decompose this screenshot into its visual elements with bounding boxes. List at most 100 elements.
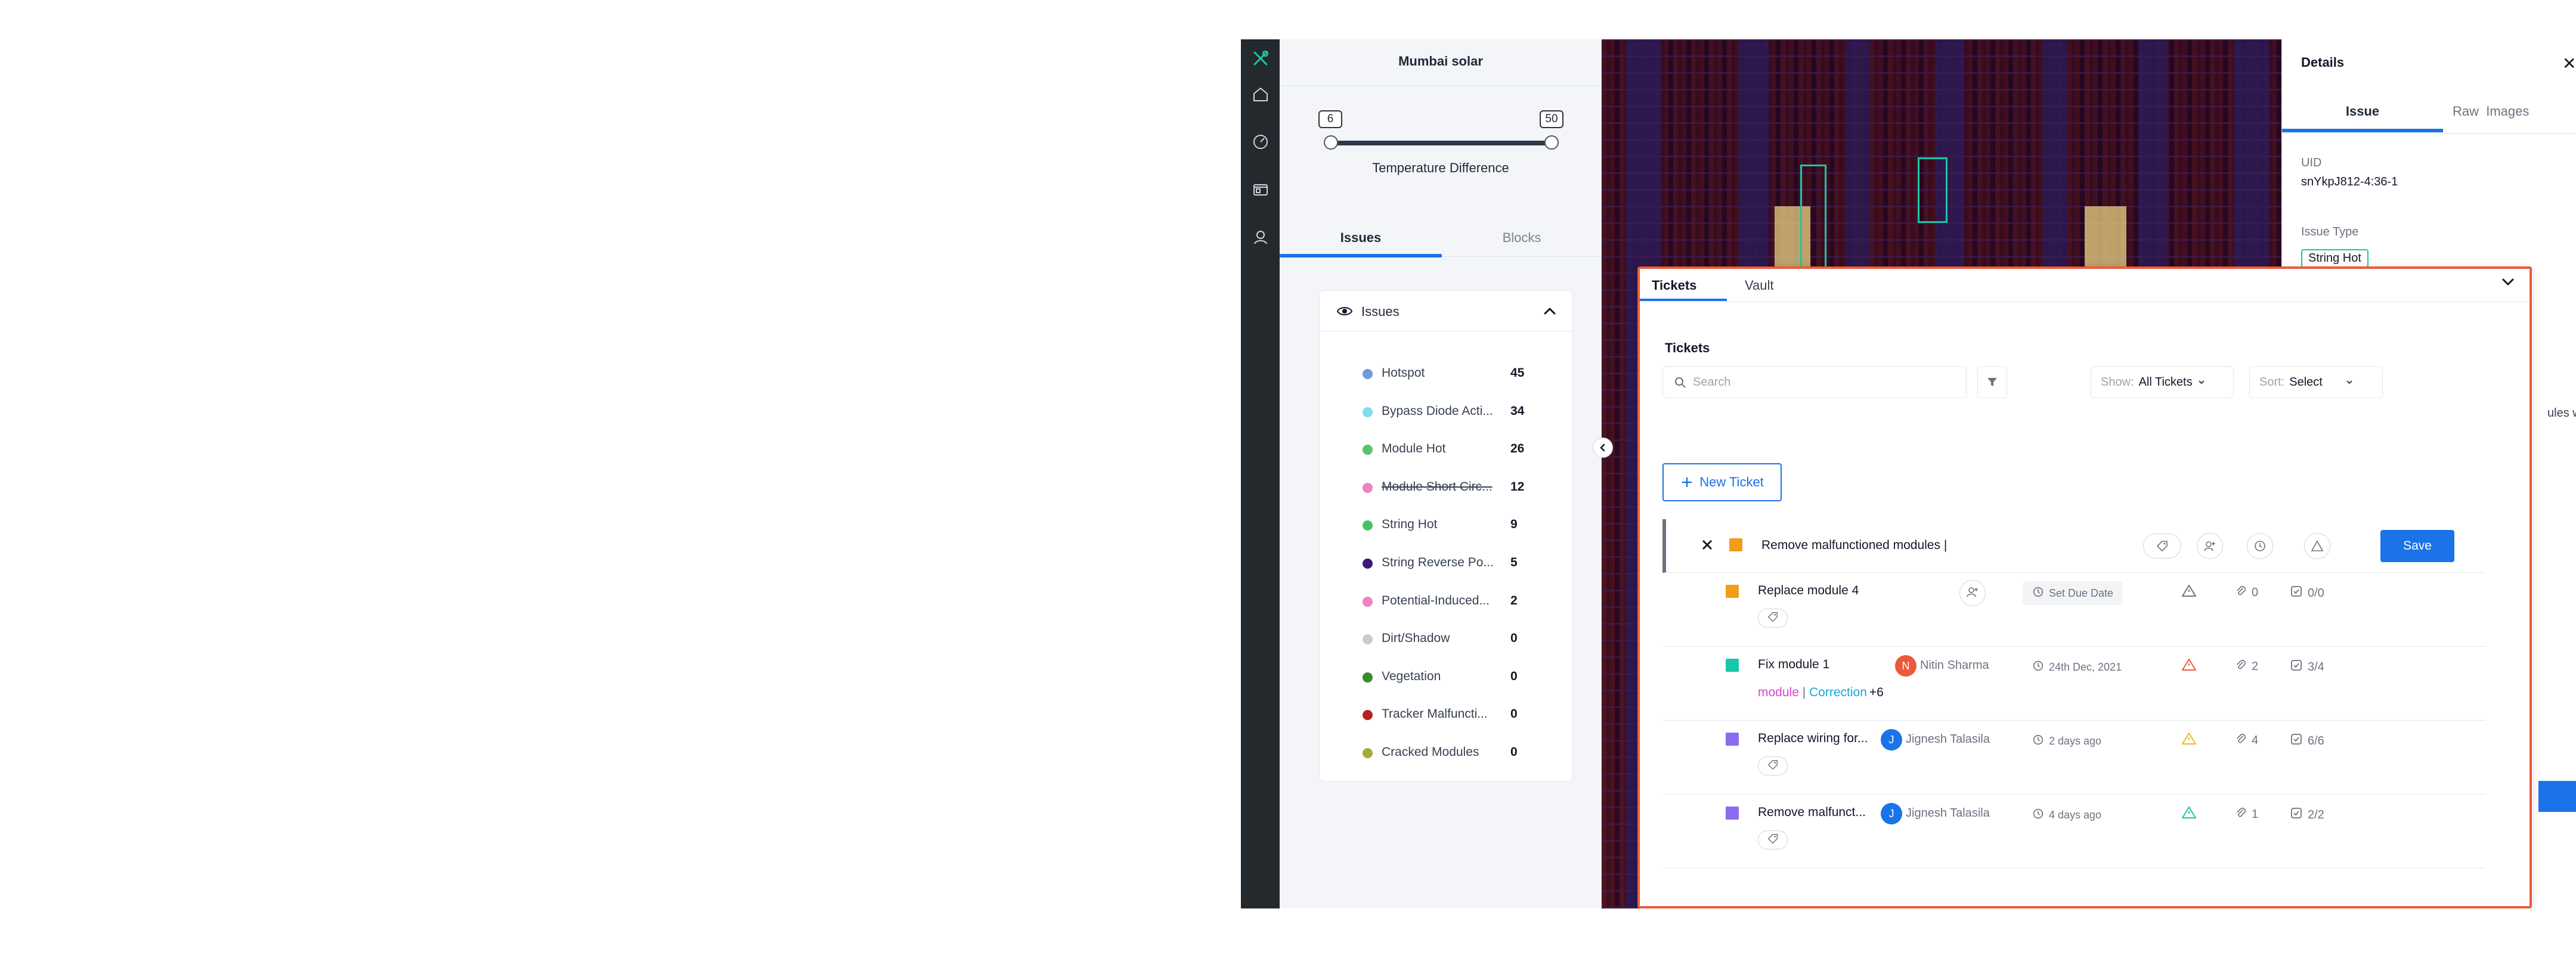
label-correction[interactable]: Correction [1809,686,1867,699]
attachments-count[interactable]: 2 [2235,659,2258,674]
issue-row[interactable]: Cracked Modules 0 [1320,740,1574,764]
tag-button[interactable] [2143,534,2181,559]
assign-user-button[interactable] [2197,533,2223,559]
tab-vault[interactable]: Vault [1745,269,1774,302]
chevron-down-icon[interactable] [2498,272,2518,291]
priority-warning-icon[interactable] [2181,658,2197,672]
new-ticket-button[interactable]: New Ticket [1662,463,1782,501]
temperature-slider-track[interactable] [1329,141,1550,145]
issue-color-dot [1363,445,1373,455]
issue-row[interactable]: Tracker Malfuncti... 0 [1320,702,1574,726]
search-input[interactable] [1693,373,1955,392]
tab-issue[interactable]: Issue [2282,89,2443,134]
ticket-row[interactable]: Replace module 4 Set Due Date 0 0/0 [1662,573,2485,647]
issue-name: Cracked Modules [1382,745,1479,759]
show-label: Show: [2101,375,2134,389]
user-location-icon[interactable] [1249,225,1272,249]
issue-row[interactable]: String Hot 9 [1320,513,1574,536]
issue-row[interactable]: Vegetation 0 [1320,665,1574,689]
priority-button[interactable] [2304,533,2330,559]
issue-row[interactable]: String Reverse Po... 5 [1320,551,1574,575]
detection-box[interactable] [1918,157,1948,223]
attachments-count[interactable]: 1 [2235,807,2258,822]
tab-issues[interactable]: Issues [1280,215,1442,257]
checklist-progress[interactable]: 2/2 [2290,807,2324,823]
close-icon[interactable] [1701,538,1714,551]
dashboard-gauge-icon[interactable] [1249,130,1272,154]
checklist-progress[interactable]: 6/6 [2290,733,2324,749]
save-button[interactable]: Save [2380,530,2454,562]
details-action-button[interactable] [2538,781,2576,812]
set-due-date-button[interactable]: Set Due Date [2023,581,2123,605]
add-tag-button[interactable] [1758,830,1788,849]
issue-row[interactable]: Hotspot 45 [1320,361,1574,385]
ticket-row[interactable]: Replace wiring for... J Jignesh Talasila 2 … [1662,721,2485,795]
paperclip-icon [2235,733,2247,748]
collapse-panel-button[interactable] [1593,438,1613,458]
ticket-row[interactable]: Remove malfunct... J Jignesh Talasila 4 day… [1662,795,2485,869]
slider-max-value: 50 [1540,110,1563,128]
issue-row[interactable]: Dirt/Shadow 0 [1320,627,1574,650]
checklist-progress[interactable]: 3/4 [2290,659,2324,675]
priority-warning-icon[interactable] [2181,805,2197,820]
attachments-count[interactable]: 0 [2235,585,2258,600]
priority-color-square [1726,585,1739,598]
sort-select[interactable]: Sort: Select [2249,366,2383,398]
add-tag-button[interactable] [1758,756,1788,776]
issue-name: Tracker Malfuncti... [1382,707,1488,721]
sort-value: Select [2289,375,2323,389]
tab-blocks[interactable]: Blocks [1442,215,1602,257]
ticket-title[interactable]: Remove malfunct... [1758,805,1866,820]
logo-icon[interactable] [1249,46,1272,70]
issue-count: 0 [1510,707,1518,721]
label-module[interactable]: module [1758,686,1799,699]
checklist-progress[interactable]: 0/0 [2290,585,2324,601]
priority-color-square[interactable] [1729,538,1742,551]
priority-color-square [1726,807,1739,820]
tab-raw-images[interactable]: Raw Images [2453,89,2576,134]
details-title: Details [2301,55,2345,70]
slider-max-handle[interactable] [1544,135,1559,150]
slider-label: Temperature Difference [1372,160,1509,175]
gallery-icon[interactable] [1249,178,1272,201]
slider-min-handle[interactable] [1324,135,1338,150]
due-date-button[interactable] [2247,533,2273,559]
label-more-count[interactable]: +6 [1869,686,1884,699]
issue-row[interactable]: Module Hot 26 [1320,437,1574,461]
close-icon[interactable]: ✕ [2562,54,2576,73]
issue-count: 0 [1510,631,1518,646]
search-box[interactable] [1662,366,1967,398]
issue-type-badge: String Hot [2301,249,2368,268]
priority-warning-icon[interactable] [2181,731,2197,746]
filter-button[interactable] [1977,366,2007,398]
new-ticket-title-input[interactable]: Remove malfunctioned modules | [1761,538,1947,553]
priority-warning-icon[interactable] [2181,584,2197,598]
attachments-number: 4 [2252,733,2259,747]
due-date[interactable]: 24th Dec, 2021 [2032,660,2122,675]
ticket-title[interactable]: Replace module 4 [1758,584,1859,598]
slider-min-value: 6 [1318,110,1342,128]
assign-user-button[interactable] [1959,580,1986,606]
ticket-row[interactable]: Fix module 1 module | Correction +6 N Nitin … [1662,647,2485,721]
issue-row[interactable]: Potential-Induced... 2 [1320,589,1574,613]
issue-color-dot [1363,520,1373,531]
issues-card-header[interactable]: Issues [1320,291,1574,331]
issue-row[interactable]: Bypass Diode Acti... 34 [1320,399,1574,423]
ticket-title[interactable]: Replace wiring for... [1758,731,1868,746]
chevron-up-icon[interactable] [1540,302,1559,321]
show-select[interactable]: Show: All Tickets [2091,366,2234,398]
add-tag-button[interactable] [1758,609,1788,628]
assignee-name: Nitin Sharma [1920,659,1989,672]
due-date[interactable]: 4 days ago [2032,808,2101,823]
attachments-count[interactable]: 4 [2235,733,2258,748]
ticket-title[interactable]: Fix module 1 [1758,658,1829,672]
plus-icon [1682,477,1692,487]
due-date[interactable]: 2 days ago [2032,734,2101,749]
issue-color-dot [1363,596,1373,607]
tab-tickets[interactable]: Tickets [1652,269,1696,302]
home-icon[interactable] [1249,82,1272,106]
tag-icon [1767,759,1779,774]
issue-row[interactable]: Module Short Circ... 12 [1320,475,1574,499]
chevron-left-icon [1600,444,1605,452]
eye-icon[interactable] [1336,304,1353,318]
